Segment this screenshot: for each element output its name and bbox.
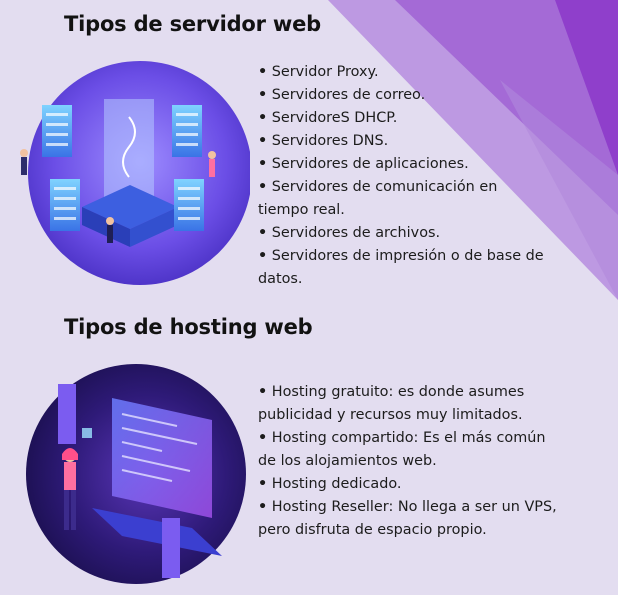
list-item: • Servidores DNS. <box>258 133 389 149</box>
list-item: • Servidores de correo. <box>258 87 426 103</box>
list-item: • Servidores de impresión o de base de d… <box>258 248 544 287</box>
list-item: • Servidores de aplicaciones. <box>258 156 469 172</box>
section-title-servidor: Tipos de servidor web <box>64 12 321 36</box>
list-item: • Servidor Proxy. <box>258 64 379 80</box>
servidor-list: • Servidor Proxy. • Servidores de correo… <box>258 61 548 291</box>
list-item: • Hosting dedicado. <box>258 476 402 492</box>
server-network-illustration-icon <box>20 61 250 285</box>
list-item: • Servidores de comunicación en tiempo r… <box>258 179 498 218</box>
section-title-hosting: Tipos de hosting web <box>64 315 313 339</box>
hosting-developer-illustration-icon <box>26 364 246 584</box>
list-item: • ServidoreS DHCP. <box>258 110 398 126</box>
hosting-list: • Hosting gratuito: es donde asumes publ… <box>258 381 568 542</box>
list-item: • Hosting gratuito: es donde asumes publ… <box>258 384 525 423</box>
list-item: • Hosting compartido: Es el más común de… <box>258 430 546 469</box>
list-item: • Hosting Reseller: No llega a ser un VP… <box>258 499 557 538</box>
list-item: • Servidores de archivos. <box>258 225 441 241</box>
